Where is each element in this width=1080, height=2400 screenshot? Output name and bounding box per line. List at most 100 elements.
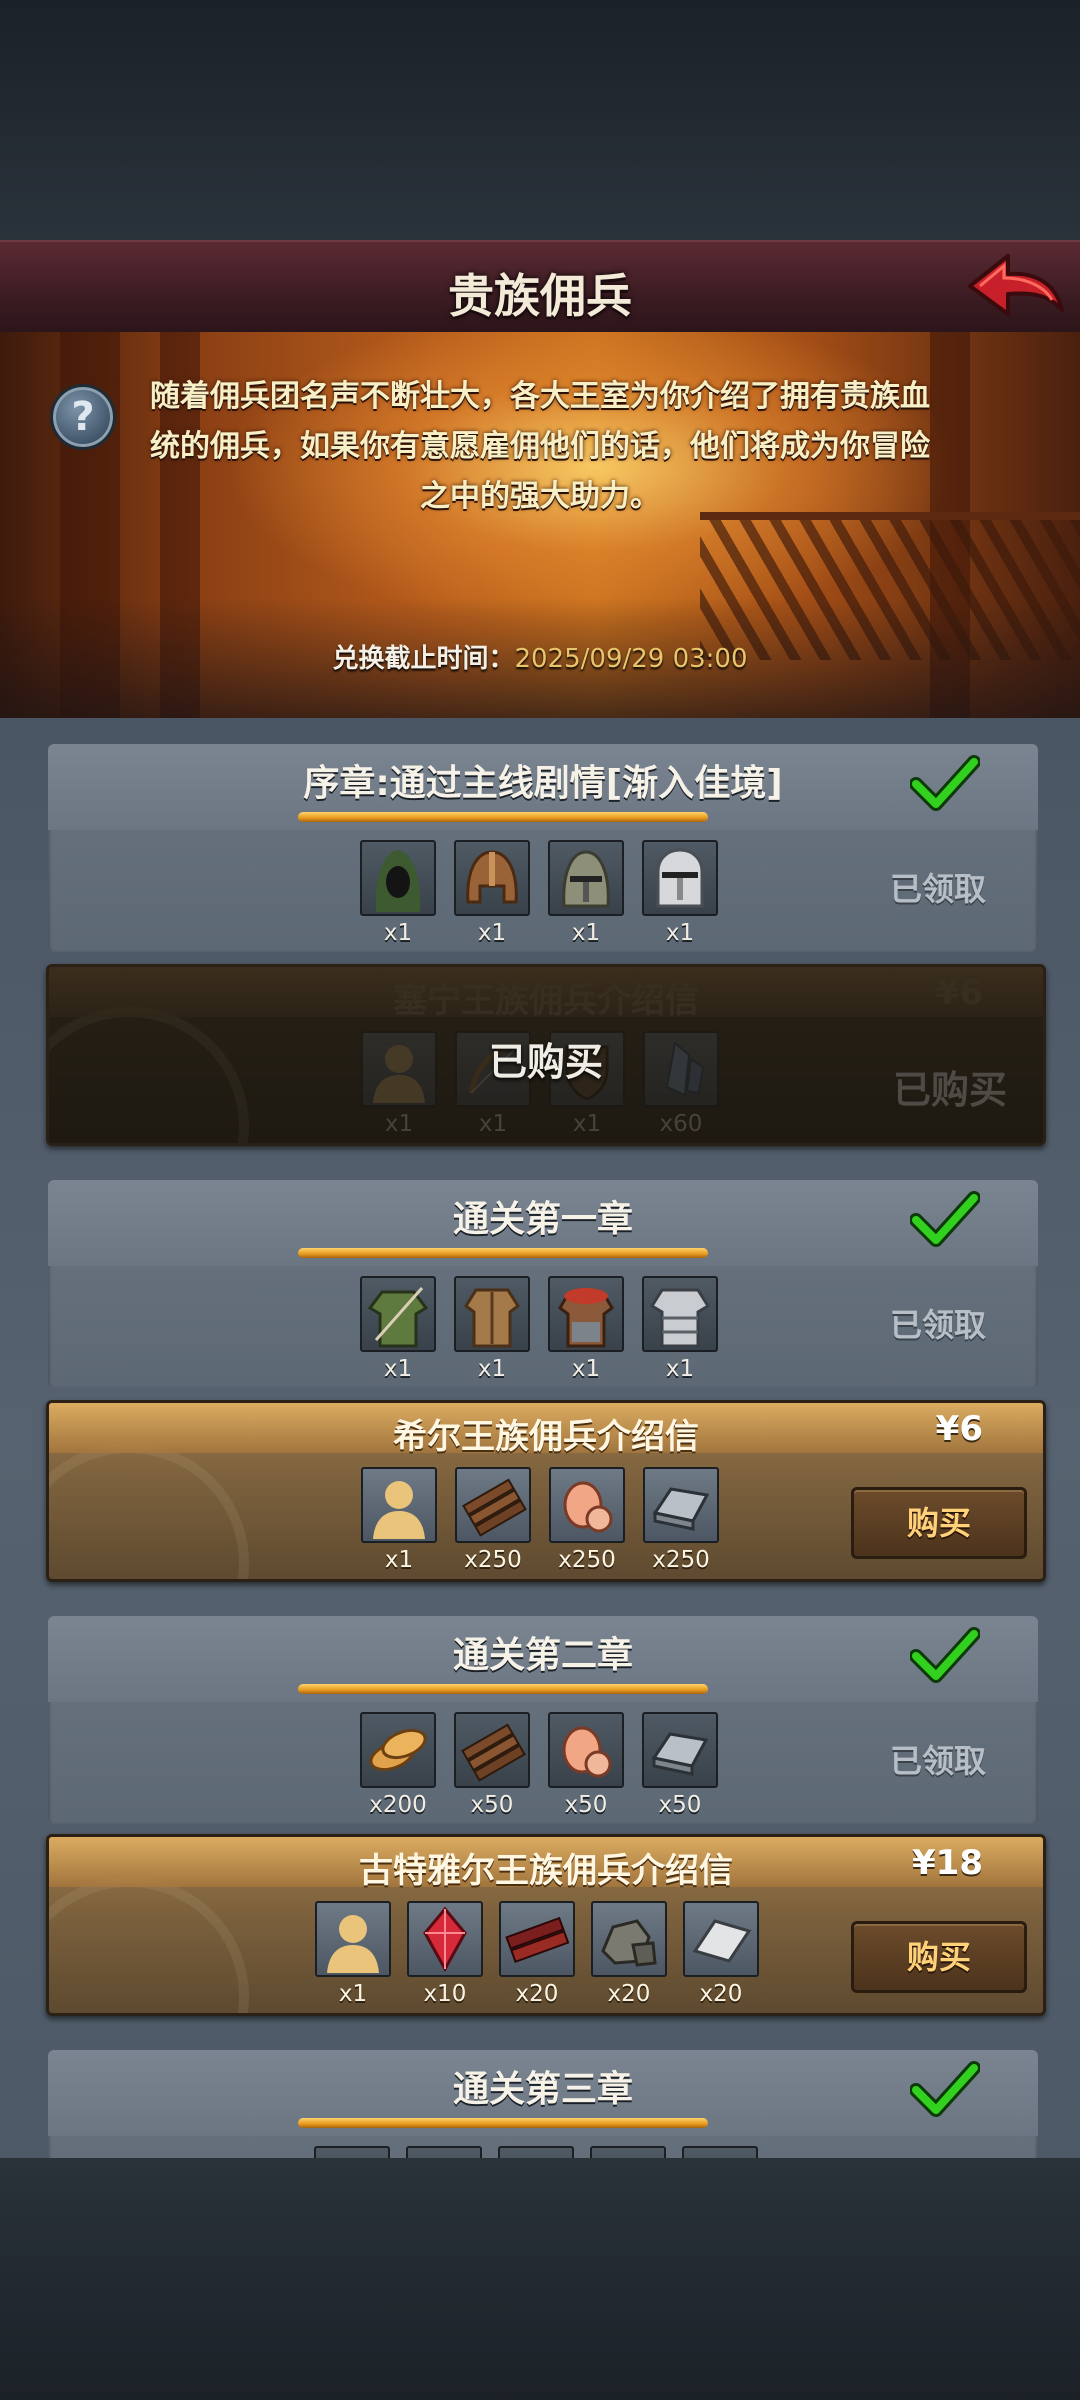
decor-swirl bbox=[49, 1443, 249, 1579]
chapter-divider bbox=[298, 812, 708, 822]
reward-qty: x1 bbox=[571, 920, 601, 946]
offer-price: ¥18 bbox=[912, 1843, 983, 1883]
chapter-rewards: x1 x1 x1 x1 bbox=[360, 1276, 718, 1382]
buy-button[interactable]: 购买 bbox=[851, 1487, 1027, 1559]
reward-slot-icon bbox=[682, 2146, 758, 2158]
mercenary-silhouette-icon bbox=[361, 1467, 437, 1543]
deadline: 兑换截止时间：2025/09/29 03:00 bbox=[0, 638, 1080, 675]
reward-qty: x50 bbox=[658, 1792, 702, 1818]
chapter-title: 通关第三章 bbox=[452, 2069, 633, 2110]
silver-helm-icon bbox=[642, 840, 718, 916]
reward-item[interactable]: x1 bbox=[548, 840, 624, 946]
chapter-card: 通关第二章 x200 x50 x50 x50 已领取 bbox=[48, 1616, 1038, 1824]
reward-item[interactable] bbox=[682, 2146, 758, 2158]
intro-text: 随着佣兵团名声不断壮大，各大王室为你介绍了拥有贵族血统的佣兵，如果你有意愿雇佣他… bbox=[150, 379, 930, 514]
reward-qty: x250 bbox=[558, 1547, 616, 1573]
chapter-divider bbox=[298, 1248, 708, 1258]
reward-qty: x50 bbox=[470, 1792, 514, 1818]
reward-qty: x250 bbox=[652, 1547, 710, 1573]
check-icon bbox=[910, 2061, 980, 2117]
reward-qty: x1 bbox=[383, 920, 413, 946]
reward-item[interactable]: x50 bbox=[548, 1712, 624, 1818]
help-icon[interactable]: ? bbox=[50, 384, 116, 450]
reward-qty: x1 bbox=[338, 1981, 368, 2007]
check-icon bbox=[910, 755, 980, 811]
meat-icon bbox=[548, 1712, 624, 1788]
reward-slot-icon bbox=[314, 2146, 390, 2158]
chapter-title: 序章:通过主线剧情[渐入佳境] bbox=[303, 763, 783, 804]
page-title: 贵族佣兵 bbox=[448, 269, 632, 323]
wood-planks-icon bbox=[455, 1467, 531, 1543]
chapter-divider bbox=[298, 2118, 708, 2128]
claimed-status: 已领取 bbox=[889, 870, 986, 908]
offer-title: 希尔王族佣兵介绍信 bbox=[393, 1417, 699, 1457]
reward-qty: x20 bbox=[515, 1981, 559, 2007]
reward-item[interactable]: x1 bbox=[548, 1276, 624, 1382]
offer-card: 塞宁王族佣兵介绍信 ¥6 x1 x1 x1 x60 已购买 已购买 bbox=[46, 964, 1046, 1146]
reward-item[interactable]: x20 bbox=[591, 1901, 667, 2007]
chapter-title: 通关第二章 bbox=[452, 1635, 633, 1676]
meat-icon bbox=[549, 1467, 625, 1543]
hood-icon bbox=[360, 840, 436, 916]
deadline-label: 兑换截止时间： bbox=[332, 644, 515, 674]
reward-item[interactable]: x50 bbox=[642, 1712, 718, 1818]
stone-icon bbox=[591, 1901, 667, 1977]
reward-item[interactable]: x1 bbox=[360, 840, 436, 946]
reward-slot-icon bbox=[590, 2146, 666, 2158]
plate-armor-icon bbox=[642, 1276, 718, 1352]
reward-item[interactable]: x250 bbox=[549, 1467, 625, 1573]
reward-item[interactable]: x1 bbox=[454, 1276, 530, 1382]
chapter-rewards bbox=[314, 2146, 758, 2158]
claimed-status: 已领取 bbox=[889, 1306, 986, 1344]
reward-item[interactable]: x250 bbox=[455, 1467, 531, 1573]
claimed-status: 已领取 bbox=[889, 1742, 986, 1780]
reward-item[interactable]: x1 bbox=[642, 1276, 718, 1382]
reward-item[interactable]: x20 bbox=[683, 1901, 759, 2007]
reward-qty: x250 bbox=[464, 1547, 522, 1573]
reward-qty: x10 bbox=[423, 1981, 467, 2007]
buy-button[interactable]: 购买 bbox=[851, 1921, 1027, 1993]
reward-slot-icon bbox=[406, 2146, 482, 2158]
reward-item[interactable]: x20 bbox=[499, 1901, 575, 2007]
reward-qty: x1 bbox=[665, 1356, 695, 1382]
bread-icon bbox=[360, 1712, 436, 1788]
reward-qty: x1 bbox=[477, 1356, 507, 1382]
decor-swirl bbox=[49, 1877, 249, 2013]
reward-qty: x200 bbox=[369, 1792, 427, 1818]
purchased-status: 已购买 bbox=[892, 1068, 1007, 1112]
offer-card: 古特雅尔王族佣兵介绍信 ¥18 x1 x10 x20 x20 x20 购买 bbox=[46, 1834, 1046, 2016]
reward-item[interactable]: x10 bbox=[407, 1901, 483, 2007]
top-backdrop bbox=[0, 0, 1080, 240]
reward-slot-icon bbox=[498, 2146, 574, 2158]
reward-item[interactable]: x1 bbox=[642, 840, 718, 946]
reward-item[interactable]: x50 bbox=[454, 1712, 530, 1818]
chapter-divider bbox=[298, 1684, 708, 1694]
reward-item[interactable]: x1 bbox=[360, 1276, 436, 1382]
wood-planks-icon bbox=[454, 1712, 530, 1788]
back-button[interactable] bbox=[964, 248, 1068, 328]
reward-item[interactable]: x1 bbox=[454, 840, 530, 946]
reward-item[interactable]: x250 bbox=[643, 1467, 719, 1573]
reward-qty: x50 bbox=[564, 1792, 608, 1818]
mercenary-silhouette-icon bbox=[315, 1901, 391, 1977]
intro-banner: ? 随着佣兵团名声不断壮大，各大王室为你介绍了拥有贵族血统的佣兵，如果你有意愿雇… bbox=[0, 332, 1080, 718]
reward-item[interactable]: x1 bbox=[315, 1901, 391, 2007]
reward-item[interactable] bbox=[314, 2146, 390, 2158]
chapter-card: 序章:通过主线剧情[渐入佳境] x1 x1 x1 x1 已领取 bbox=[48, 744, 1038, 952]
check-icon bbox=[910, 1191, 980, 1247]
silver-ingot-icon bbox=[683, 1901, 759, 1977]
offer-rewards: x1 x10 x20 x20 x20 bbox=[315, 1901, 759, 2007]
reward-item[interactable] bbox=[498, 2146, 574, 2158]
reward-list[interactable]: 序章:通过主线剧情[渐入佳境] x1 x1 x1 x1 已领取 塞宁王族佣兵介绍… bbox=[0, 744, 1080, 2158]
back-arrow-icon bbox=[968, 254, 1064, 316]
reward-item[interactable] bbox=[406, 2146, 482, 2158]
offer-rewards: x1 x250 x250 x250 bbox=[361, 1467, 719, 1573]
reward-item[interactable]: x1 bbox=[361, 1467, 437, 1573]
iron-helm-icon bbox=[548, 840, 624, 916]
reward-qty: x1 bbox=[383, 1356, 413, 1382]
reward-item[interactable]: x200 bbox=[360, 1712, 436, 1818]
chapter-rewards: x200 x50 x50 x50 bbox=[360, 1712, 718, 1818]
red-gem-icon bbox=[407, 1901, 483, 1977]
reward-item[interactable] bbox=[590, 2146, 666, 2158]
hardwood-icon bbox=[499, 1901, 575, 1977]
